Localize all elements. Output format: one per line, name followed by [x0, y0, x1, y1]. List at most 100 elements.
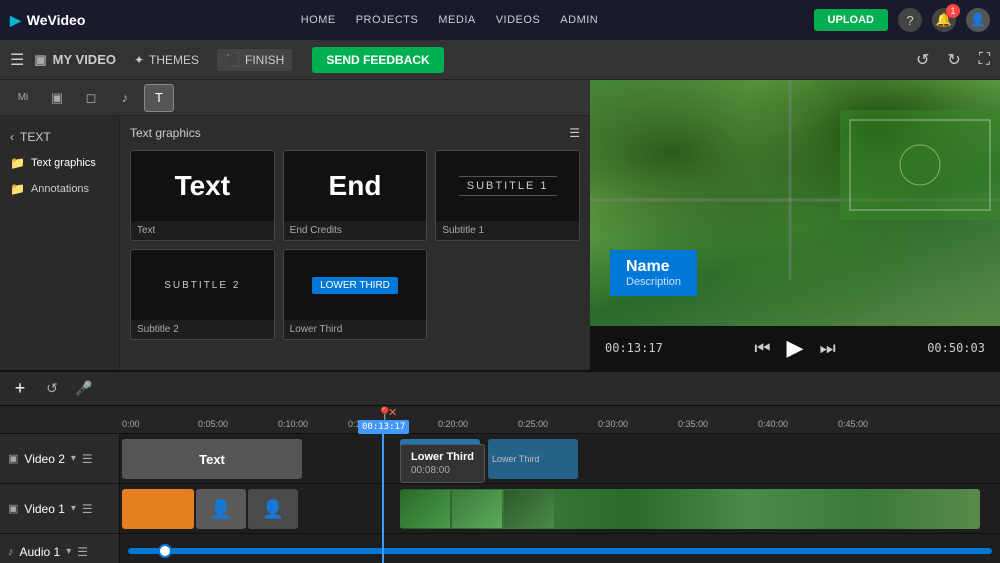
main-area: Mi ▣ ◻ ♪ T ‹ TEXT 📁 Text graphics 📁 An: [0, 80, 1000, 370]
track-audio1-name: Audio 1: [20, 545, 61, 559]
timeline-toolbar: + ↺ 🎤: [0, 372, 1000, 406]
mic-icon[interactable]: 🎤: [72, 377, 96, 401]
send-feedback-button[interactable]: SEND FEEDBACK: [312, 47, 443, 73]
skip-forward-button[interactable]: ⏭: [819, 338, 835, 359]
track-video2-label: ▣ Video 2 ▾ ☰: [0, 434, 120, 483]
current-time: 00:13:17: [605, 341, 663, 355]
text-card-text-label: Text: [131, 221, 274, 240]
fullscreen-icon[interactable]: ⛶: [979, 51, 990, 69]
tracks-wrapper: 📍 ✕ 00:13:17 Lower Third 00:08:00 ▣ Vide…: [0, 434, 1000, 563]
nav-home[interactable]: HOME: [301, 14, 336, 26]
clip-aerial[interactable]: [400, 489, 980, 529]
track-video1-content: 👤 👤: [120, 484, 1000, 533]
audio-thumb-handle[interactable]: [158, 544, 172, 558]
nav-admin[interactable]: ADMIN: [560, 14, 598, 26]
sidebar-text-graphics-label: Text graphics: [31, 157, 96, 169]
add-track-icon[interactable]: +: [8, 377, 32, 401]
text-card-subtitle1[interactable]: SUBTITLE 1 Subtitle 1: [435, 150, 580, 241]
nav-projects[interactable]: PROJECTS: [356, 14, 419, 26]
clip-orange[interactable]: [122, 489, 194, 529]
finish-button[interactable]: ⬛ FINISH: [217, 49, 292, 71]
timeline-tracks-area: 0:00 0:05:00 0:10:00 0:13:17 0:20:00 0:2…: [0, 406, 1000, 563]
sidebar-item-annotations[interactable]: 📁 Annotations: [0, 176, 119, 202]
clip-video-thumb2[interactable]: 👤: [248, 489, 298, 529]
notification-badge: 1: [946, 4, 960, 18]
track-video1-menu[interactable]: ☰: [82, 502, 93, 516]
undo-tl-icon[interactable]: ↺: [40, 377, 64, 401]
tooltip-title: Lower Third: [411, 451, 474, 463]
clip-text[interactable]: Text: [122, 439, 302, 479]
track-video2-arrow[interactable]: ▾: [71, 453, 76, 464]
text-card-text[interactable]: Text Text: [130, 150, 275, 241]
timeline: + ↺ 🎤 0:00 0:05:00 0:10:00 0:13:17 0:20:…: [0, 370, 1000, 563]
text-sidebar: ‹ TEXT 📁 Text graphics 📁 Annotations: [0, 116, 120, 370]
preview-area: Name Description: [590, 80, 1000, 326]
help-icon[interactable]: ?: [898, 8, 922, 32]
audio-track-bar-area: [128, 548, 992, 554]
redo-icon[interactable]: ↻: [947, 50, 960, 70]
text-card-end-preview: End: [284, 151, 427, 221]
ruler-25: 0:25:00: [518, 419, 548, 429]
text-card-end-credits[interactable]: End End Credits: [283, 150, 428, 241]
play-button[interactable]: ▶: [787, 335, 804, 361]
track-video2: ▣ Video 2 ▾ ☰ Text Lower Third Lower Th: [0, 434, 1000, 484]
preview-controls: 00:13:17 ⏮ ▶ ⏭ 00:50:03: [590, 326, 1000, 370]
media-toolbar: Mi ▣ ◻ ♪ T: [0, 80, 590, 116]
media-icon-mi[interactable]: Mi: [8, 84, 38, 112]
text-header-label: TEXT: [20, 130, 51, 144]
ruler-30: 0:30:00: [598, 419, 628, 429]
media-icon-image[interactable]: ◻: [76, 84, 106, 112]
media-icon-audio[interactable]: ♪: [110, 84, 140, 112]
folder-blue-icon: 📁: [10, 156, 25, 170]
skip-back-button[interactable]: ⏮: [754, 338, 770, 359]
sidebar-annotations-label: Annotations: [31, 183, 89, 195]
clip-text-label: Text: [122, 439, 302, 479]
media-icon-video[interactable]: ▣: [42, 84, 72, 112]
text-card-subtitle2-label: Subtitle 2: [131, 320, 274, 339]
user-avatar[interactable]: 👤: [966, 8, 990, 32]
track-video2-content: Text Lower Third Lower Third: [120, 434, 1000, 483]
lower-third-background: Name Description: [610, 250, 697, 296]
track-video1-arrow[interactable]: ▾: [71, 503, 76, 514]
undo-icon[interactable]: ↺: [916, 50, 929, 70]
track-audio1-arrow[interactable]: ▾: [66, 546, 71, 557]
upload-button[interactable]: UPLOAD: [814, 9, 888, 31]
finish-icon: ⬛: [225, 53, 240, 67]
text-preview-end: End: [329, 170, 382, 202]
text-graphics-title: Text graphics: [130, 126, 201, 140]
ruler-0: 0:00: [122, 419, 140, 429]
notifications-icon[interactable]: 🔔 1: [932, 8, 956, 32]
aerial-thumb-2: [452, 490, 502, 528]
nav-links: HOME PROJECTS MEDIA VIDEOS ADMIN: [105, 14, 793, 26]
grid-menu-icon[interactable]: ☰: [569, 126, 580, 140]
top-navigation: ▶ WeVideo HOME PROJECTS MEDIA VIDEOS ADM…: [0, 0, 1000, 40]
clip-video-thumb1[interactable]: 👤: [196, 489, 246, 529]
text-card-lower-third[interactable]: LOWER THIRD Lower Third: [283, 249, 428, 340]
hamburger-menu[interactable]: ☰: [10, 50, 24, 70]
media-icon-text[interactable]: T: [144, 84, 174, 112]
finish-label: FINISH: [245, 53, 284, 67]
text-preview-large: Text: [175, 170, 231, 202]
drag-tooltip: Lower Third 00:08:00: [400, 444, 485, 483]
ruler-5: 0:05:00: [198, 419, 228, 429]
clip-lower-third-2[interactable]: Lower Third: [488, 439, 578, 479]
nav-media[interactable]: MEDIA: [438, 14, 475, 26]
track-audio1-menu[interactable]: ☰: [77, 545, 88, 559]
themes-button[interactable]: ✦ THEMES: [126, 49, 207, 71]
text-grid-header: Text graphics ☰: [130, 126, 580, 140]
text-card-subtitle2[interactable]: SUBTITLE 2 Subtitle 2: [130, 249, 275, 340]
logo[interactable]: ▶ WeVideo: [10, 12, 85, 29]
lower-third-description: Description: [626, 276, 681, 288]
project-title-area: ▣ MY VIDEO: [34, 52, 116, 68]
total-time: 00:50:03: [927, 341, 985, 355]
track-video1: ▣ Video 1 ▾ ☰ 👤 👤: [0, 484, 1000, 534]
ruler-10: 0:10:00: [278, 419, 308, 429]
text-preview-lower: LOWER THIRD: [312, 277, 398, 294]
track-video2-menu[interactable]: ☰: [82, 452, 93, 466]
text-card-subtitle2-preview: SUBTITLE 2: [131, 250, 274, 320]
nav-videos[interactable]: VIDEOS: [496, 14, 541, 26]
project-title: MY VIDEO: [53, 52, 116, 67]
left-panel: Mi ▣ ◻ ♪ T ‹ TEXT 📁 Text graphics 📁 An: [0, 80, 590, 370]
sidebar-item-text-graphics[interactable]: 📁 Text graphics: [0, 150, 119, 176]
text-panel-header[interactable]: ‹ TEXT: [0, 124, 119, 150]
